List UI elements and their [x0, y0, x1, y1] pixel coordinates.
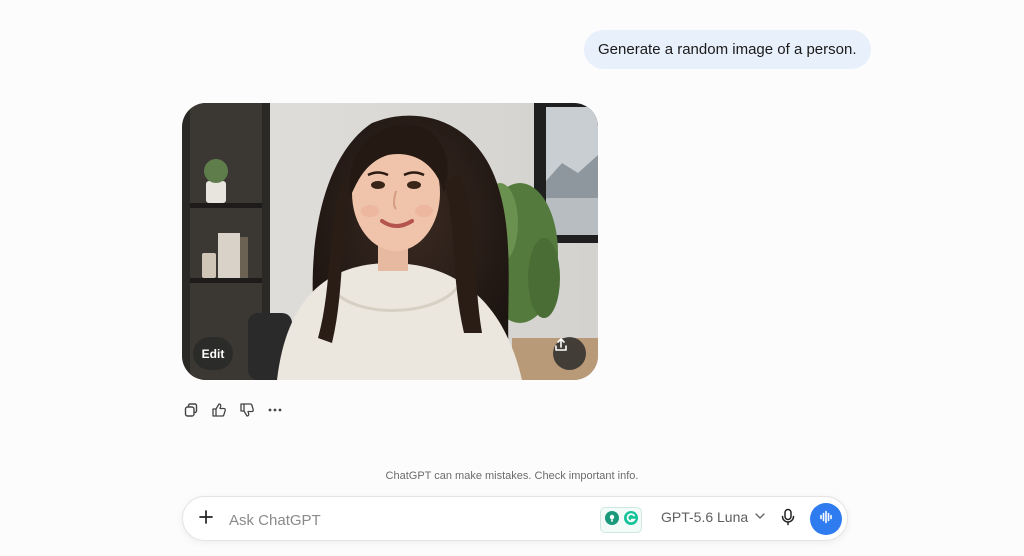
grammarly-icon	[623, 510, 639, 531]
microphone-icon	[780, 508, 796, 531]
prompt-composer: GPT-5.6 Luna	[182, 496, 848, 541]
user-message-bubble: Generate a random image of a person.	[584, 30, 871, 69]
more-options-button[interactable]	[265, 402, 285, 422]
edit-image-label: Edit	[201, 346, 225, 361]
add-attachment-button[interactable]	[195, 508, 217, 530]
model-selector[interactable]: GPT-5.6 Luna	[661, 509, 766, 525]
message-actions	[181, 401, 285, 423]
model-selector-label: GPT-5.6 Luna	[661, 509, 749, 525]
voice-mode-button[interactable]	[810, 503, 842, 535]
share-image-button[interactable]	[553, 337, 586, 370]
thumbs-down-button[interactable]	[237, 402, 257, 422]
generated-image[interactable]: Edit	[182, 103, 598, 380]
thumbs-up-icon	[211, 402, 227, 423]
thumbs-down-icon	[239, 402, 255, 423]
copy-button[interactable]	[181, 402, 201, 422]
thumbs-up-button[interactable]	[209, 402, 229, 422]
edit-image-button[interactable]: Edit	[193, 337, 233, 370]
more-icon	[267, 402, 283, 423]
dictate-button[interactable]	[778, 508, 798, 531]
grammarly-extension-button[interactable]	[600, 507, 642, 533]
chevron-down-icon	[754, 509, 766, 525]
copy-icon	[183, 402, 199, 423]
voice-waveform-icon	[818, 509, 834, 530]
lightbulb-icon	[604, 510, 620, 531]
disclaimer-text: ChatGPT can make mistakes. Check importa…	[385, 470, 639, 482]
user-message-text: Generate a random image of a person.	[598, 41, 857, 58]
generated-image-picture	[182, 103, 598, 380]
plus-icon	[198, 509, 214, 530]
prompt-input[interactable]	[227, 505, 591, 535]
